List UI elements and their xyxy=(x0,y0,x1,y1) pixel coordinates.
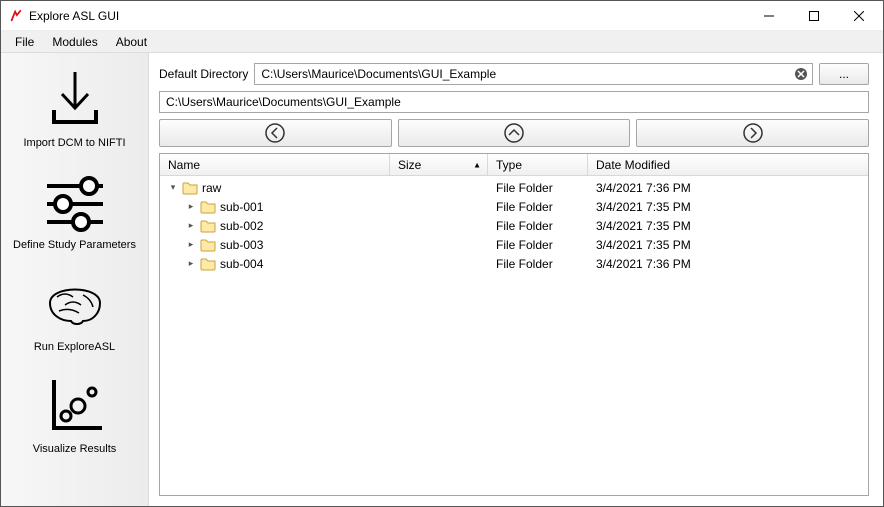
minimize-button[interactable] xyxy=(746,1,791,30)
sidebar: Import DCM to NIFTI Define Study Paramet… xyxy=(1,53,149,506)
sidebar-item-run[interactable]: Run ExploreASL xyxy=(5,263,144,359)
path-input[interactable]: C:\Users\Maurice\Documents\GUI_Example xyxy=(159,91,869,113)
default-directory-value: C:\Users\Maurice\Documents\GUI_Example xyxy=(261,67,496,81)
row-name: sub-001 xyxy=(220,200,263,214)
row-type: File Folder xyxy=(488,200,588,214)
row-type: File Folder xyxy=(488,181,588,195)
folder-icon xyxy=(200,219,216,233)
nav-up-button[interactable] xyxy=(398,119,631,147)
expand-icon[interactable]: ▸ xyxy=(184,201,198,212)
folder-icon xyxy=(200,257,216,271)
row-name: sub-004 xyxy=(220,257,263,271)
row-name: sub-003 xyxy=(220,238,263,252)
tree-row[interactable]: ▸ sub-001 File Folder3/4/2021 7:35 PM xyxy=(160,197,868,216)
nav-forward-button[interactable] xyxy=(636,119,869,147)
row-type: File Folder xyxy=(488,219,588,233)
expand-icon[interactable]: ▸ xyxy=(184,220,198,231)
sidebar-item-label: Run ExploreASL xyxy=(5,341,144,353)
col-header-name[interactable]: Name xyxy=(160,154,390,175)
download-icon xyxy=(5,63,144,135)
tree-row[interactable]: ▸ sub-002 File Folder3/4/2021 7:35 PM xyxy=(160,216,868,235)
sidebar-item-visualize[interactable]: Visualize Results xyxy=(5,365,144,461)
default-directory-input[interactable]: C:\Users\Maurice\Documents\GUI_Example xyxy=(254,63,813,85)
chevron-up-circle-icon xyxy=(503,122,525,144)
row-date: 3/4/2021 7:36 PM xyxy=(588,257,868,271)
sliders-icon xyxy=(5,165,144,237)
expand-icon[interactable]: ▾ xyxy=(166,182,180,193)
expand-icon[interactable]: ▸ xyxy=(184,258,198,269)
default-directory-label: Default Directory xyxy=(159,67,248,81)
app-icon xyxy=(9,9,23,23)
row-date: 3/4/2021 7:36 PM xyxy=(588,181,868,195)
expand-icon[interactable]: ▸ xyxy=(184,239,198,250)
folder-icon xyxy=(200,238,216,252)
main-panel: Default Directory C:\Users\Maurice\Docum… xyxy=(149,53,883,506)
folder-icon xyxy=(200,200,216,214)
row-date: 3/4/2021 7:35 PM xyxy=(588,219,868,233)
sidebar-item-params[interactable]: Define Study Parameters xyxy=(5,161,144,257)
folder-icon xyxy=(182,181,198,195)
col-header-size[interactable]: Size▲ xyxy=(390,154,488,175)
sidebar-item-import[interactable]: Import DCM to NIFTI xyxy=(5,59,144,155)
sort-asc-icon: ▲ xyxy=(473,160,481,169)
tree-row[interactable]: ▸ sub-004 File Folder3/4/2021 7:36 PM xyxy=(160,254,868,273)
close-button[interactable] xyxy=(836,1,881,30)
col-header-type[interactable]: Type xyxy=(488,154,588,175)
file-explorer: Name Size▲ Type Date Modified ▾ raw File F… xyxy=(159,153,869,496)
titlebar: Explore ASL GUI xyxy=(1,1,883,31)
row-name: raw xyxy=(202,181,221,195)
explorer-header: Name Size▲ Type Date Modified xyxy=(160,154,868,176)
browse-button[interactable]: ... xyxy=(819,63,869,85)
explorer-body: ▾rawFile Folder3/4/2021 7:36 PM▸sub-001F… xyxy=(160,176,868,495)
tree-row[interactable]: ▾ raw File Folder3/4/2021 7:36 PM xyxy=(160,178,868,197)
menu-about[interactable]: About xyxy=(108,33,155,51)
chevron-right-circle-icon xyxy=(742,122,764,144)
sidebar-item-label: Visualize Results xyxy=(5,443,144,455)
ellipsis-label: ... xyxy=(839,67,849,81)
scatter-icon xyxy=(5,369,144,441)
row-date: 3/4/2021 7:35 PM xyxy=(588,200,868,214)
menubar: File Modules About xyxy=(1,31,883,53)
chevron-left-circle-icon xyxy=(264,122,286,144)
brain-icon xyxy=(5,267,144,339)
sidebar-item-label: Import DCM to NIFTI xyxy=(5,137,144,149)
sidebar-item-label: Define Study Parameters xyxy=(5,239,144,251)
path-value: C:\Users\Maurice\Documents\GUI_Example xyxy=(166,95,401,109)
menu-modules[interactable]: Modules xyxy=(44,33,105,51)
col-header-date[interactable]: Date Modified xyxy=(588,154,868,175)
row-type: File Folder xyxy=(488,238,588,252)
row-date: 3/4/2021 7:35 PM xyxy=(588,238,868,252)
maximize-button[interactable] xyxy=(791,1,836,30)
row-name: sub-002 xyxy=(220,219,263,233)
clear-icon[interactable] xyxy=(794,67,808,81)
nav-back-button[interactable] xyxy=(159,119,392,147)
tree-row[interactable]: ▸ sub-003 File Folder3/4/2021 7:35 PM xyxy=(160,235,868,254)
menu-file[interactable]: File xyxy=(7,33,42,51)
row-type: File Folder xyxy=(488,257,588,271)
window-title: Explore ASL GUI xyxy=(29,9,746,23)
